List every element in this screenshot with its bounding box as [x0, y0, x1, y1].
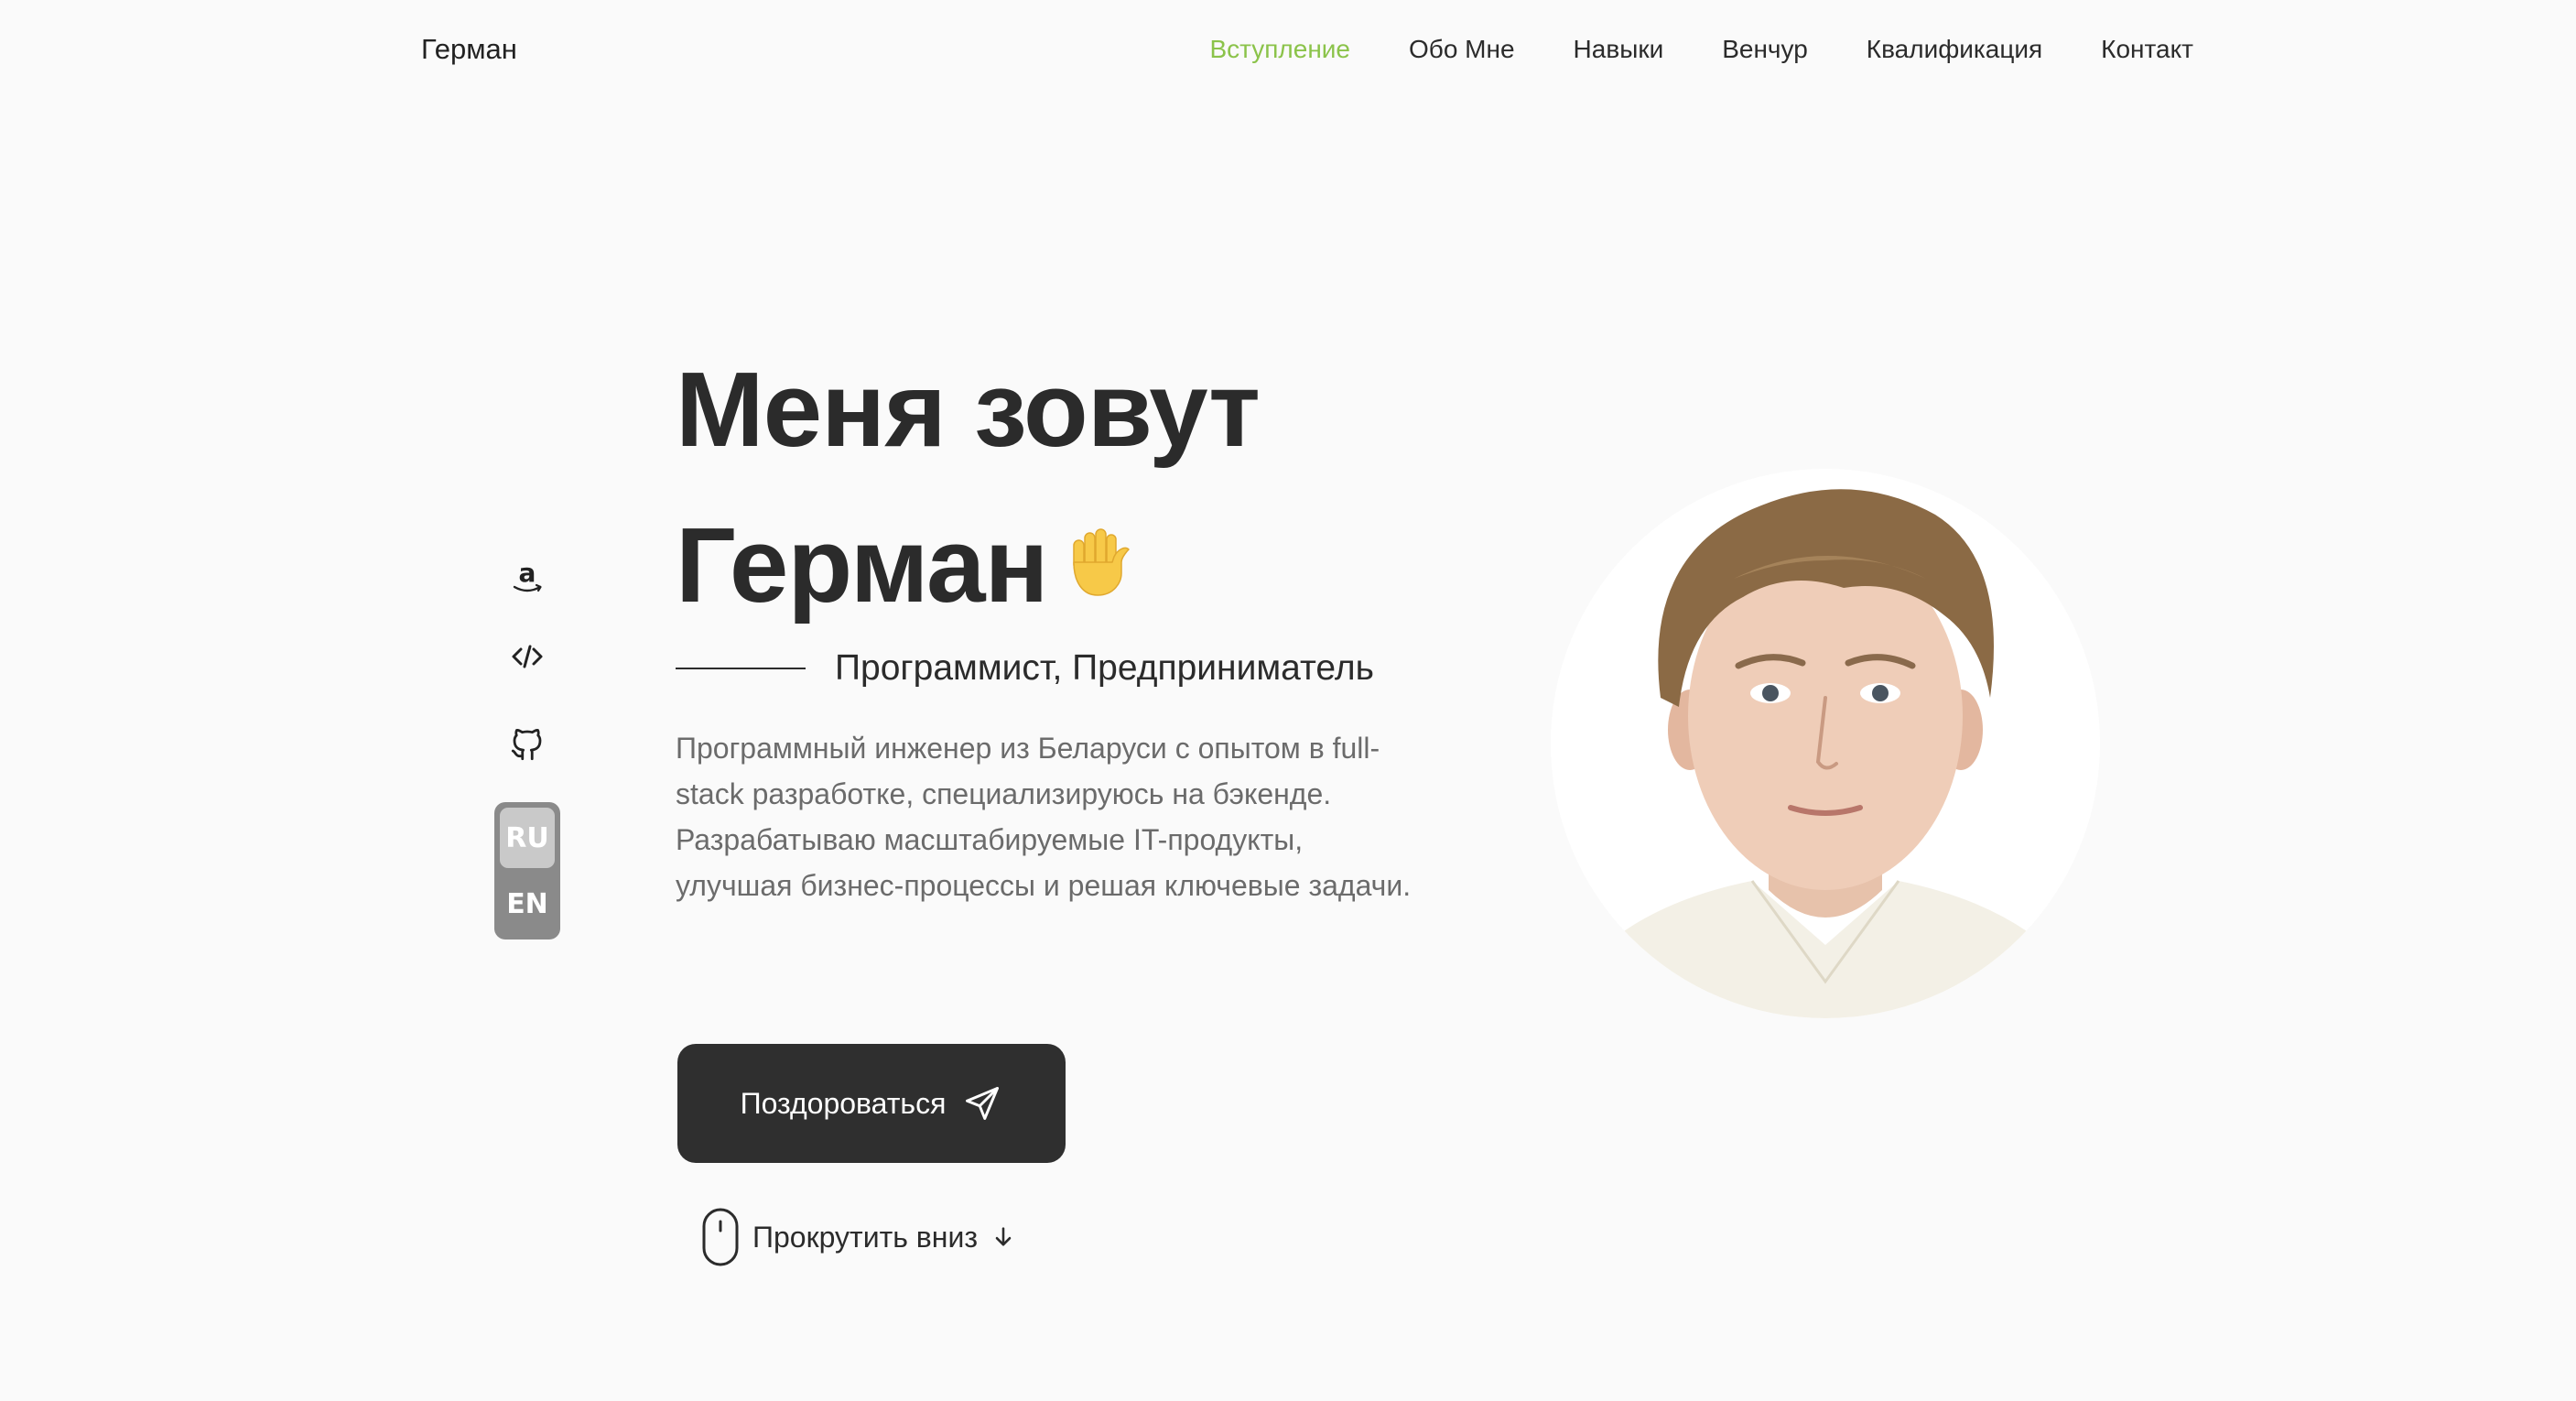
lang-en-button[interactable]: EN	[500, 874, 555, 934]
hero-subtitle: Программист, Предприниматель	[835, 648, 1374, 688]
code-link[interactable]	[501, 630, 554, 683]
subtitle-row: Программист, Предприниматель	[676, 648, 1374, 689]
nav-item-venture[interactable]: Венчур	[1722, 35, 1808, 64]
portrait-illustration	[1551, 469, 2100, 1018]
nav-item-about[interactable]: Обо Мне	[1409, 35, 1515, 64]
amazon-link[interactable]: a	[501, 549, 554, 603]
hero-name: Герман	[676, 505, 1049, 624]
svg-text:a: a	[519, 558, 536, 588]
lang-ru-button[interactable]: RU	[500, 808, 555, 868]
language-switch: RU EN	[494, 802, 560, 939]
say-hello-label: Поздороваться	[740, 1086, 947, 1120]
profile-photo	[1551, 469, 2100, 1018]
arrow-down-icon	[995, 1227, 1012, 1246]
hero-description: Программный инженер из Беларуси с опытом…	[676, 732, 1412, 902]
hero-title-line-2: Герман	[676, 487, 1260, 643]
nav-item-skills[interactable]: Навыки	[1574, 35, 1664, 64]
github-link[interactable]	[501, 718, 554, 771]
mouse-icon	[702, 1208, 739, 1266]
waving-hand-icon	[1061, 486, 1134, 642]
scroll-down-link[interactable]: Прокрутить вниз	[701, 1207, 1016, 1267]
send-icon	[966, 1087, 1000, 1120]
hero-title-line-1: Меня зовут	[676, 350, 1261, 469]
scroll-down-label: Прокрутить вниз	[752, 1220, 978, 1254]
main-nav: Вступление Обо Мне Навыки Венчур Квалифи…	[1209, 35, 2193, 64]
code-icon	[512, 645, 543, 668]
site-logo[interactable]: Герман	[421, 33, 517, 66]
subtitle-divider	[676, 668, 806, 669]
nav-item-intro[interactable]: Вступление	[1209, 35, 1350, 64]
hero-title: Меня зовут Герман	[676, 331, 1261, 643]
github-icon	[511, 728, 542, 761]
say-hello-button[interactable]: Поздороваться	[677, 1044, 1066, 1163]
amazon-icon: a	[513, 558, 542, 592]
nav-item-qualification[interactable]: Квалификация	[1867, 35, 2042, 64]
nav-item-contact[interactable]: Контакт	[2101, 35, 2193, 64]
page: Герман Вступление Обо Мне Навыки Венчур …	[0, 0, 2576, 1401]
